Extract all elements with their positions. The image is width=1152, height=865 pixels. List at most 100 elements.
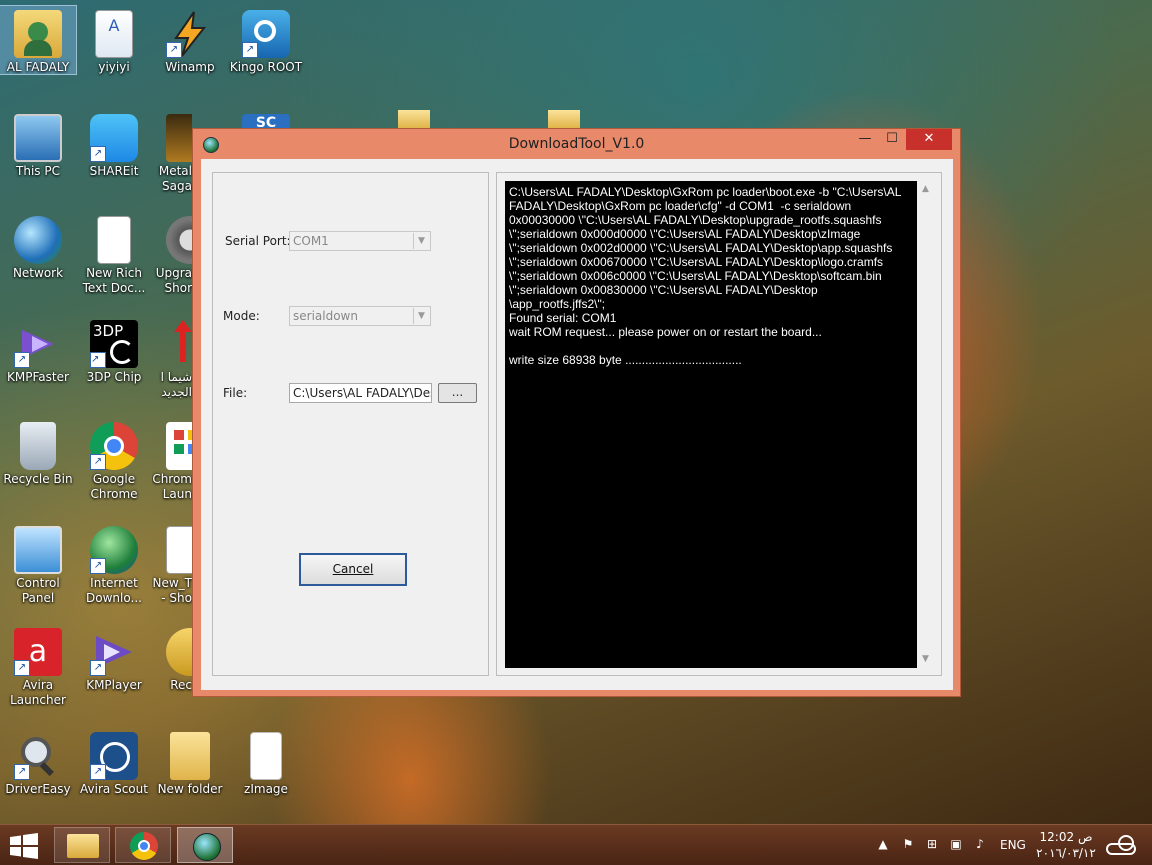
close-button[interactable]: ✕	[906, 129, 952, 150]
console-scrollbar[interactable]: ▲ ▼	[917, 181, 934, 668]
desktop-icon-kingo-root[interactable]: ↗ Kingo ROOT	[228, 6, 304, 75]
volume-icon[interactable]: ♪	[973, 837, 987, 851]
3dp-chip-icon: 3DP ↗	[90, 320, 138, 368]
scroll-up-icon[interactable]: ▲	[917, 181, 934, 198]
taskbar-file-explorer[interactable]	[54, 827, 110, 863]
maximize-button[interactable]: ☐	[879, 129, 905, 150]
network-icon[interactable]: ▣	[949, 837, 963, 851]
desktop-icon-label: zImage	[244, 782, 288, 796]
serial-port-select[interactable]: COM1 ▼	[289, 231, 431, 251]
desktop-icon-shareit[interactable]: ↗ SHAREit	[76, 110, 152, 179]
desktop-icon-kmpfaster[interactable]: ↗ KMPFaster	[0, 316, 76, 385]
action-center-flag-icon[interactable]: ⚑	[901, 837, 915, 851]
desktop-icon-label: 3DP Chip	[86, 370, 142, 384]
scroll-down-icon[interactable]: ▼	[917, 651, 934, 668]
desktop-icon-winamp[interactable]: ↗ Winamp	[152, 6, 228, 75]
document-icon	[97, 216, 131, 264]
console-line: \app_rootfs.jffs2\";	[509, 297, 606, 311]
desktop-icon-sc-partial[interactable]: SC	[228, 110, 304, 128]
desktop-icon-al-fadaly[interactable]: AL FADALY	[0, 5, 77, 75]
console-line: \";serialdown 0x006c0000 \"C:\Users\AL F…	[509, 269, 882, 283]
desktop-icon-kmplayer[interactable]: ↗ KMPlayer	[76, 624, 152, 693]
console-output[interactable]: C:\Users\AL FADALY\Desktop\GxRom pc load…	[505, 181, 917, 668]
control-panel-icon	[14, 526, 62, 574]
desktop-icon-label: Winamp	[165, 60, 215, 74]
sc-logo-text: SC	[255, 115, 277, 128]
desktop-icon-label: شيما ا	[160, 370, 192, 384]
language-indicator[interactable]: ENG	[1000, 838, 1026, 852]
globe-network-icon	[14, 216, 62, 264]
serial-port-value: COM1	[293, 234, 329, 248]
desktop-icon-new-text[interactable]: New_T - Sho	[152, 522, 192, 606]
windows-tray-icon[interactable]: ⊞	[925, 837, 939, 851]
desktop-icon-yiyiyi[interactable]: A yiyiyi	[76, 6, 152, 75]
weather-cloud-icon[interactable]	[1104, 833, 1140, 857]
minimize-button[interactable]: —	[852, 129, 878, 150]
blank-file-icon	[250, 732, 282, 780]
shortcut-arrow-icon: ↗	[90, 660, 106, 676]
sc-app-icon: SC	[242, 114, 290, 128]
desktop-icon-network[interactable]: Network	[0, 212, 76, 281]
magnifier-icon: ↗	[14, 732, 62, 780]
folder-icon	[67, 834, 99, 858]
start-button[interactable]	[10, 833, 38, 859]
desktop-icon-label: Internet	[90, 576, 138, 590]
desktop-icon-recycle-bin[interactable]: Recycle Bin	[0, 418, 76, 487]
cancel-button-label: Cancel	[332, 562, 374, 576]
desktop-icon-drivereasy[interactable]: ↗ DriverEasy	[0, 728, 76, 797]
desktop-icon-google-chrome[interactable]: ↗ Google Chrome	[76, 418, 152, 502]
console-line: wait ROM request... please power on or r…	[509, 325, 822, 339]
desktop-icon-avira-scout[interactable]: ↗ Avira Scout	[76, 728, 152, 797]
clock-time: 12:02 ص	[1039, 830, 1093, 844]
tray-overflow-chevron-icon[interactable]: ▲	[876, 837, 890, 851]
window-client-area: Serial Port: COM1 ▼ Mode: serialdown ▼ F…	[201, 159, 953, 690]
desktop-icon-upgrade-shortcut[interactable]: Upgra Shor	[152, 212, 192, 296]
taskbar-chrome[interactable]	[115, 827, 171, 863]
desktop-icon-rec[interactable]: Rec	[152, 624, 192, 693]
desktop-icon-label: Control Panel	[16, 576, 60, 605]
shortcut-arrow-icon: ↗	[90, 558, 106, 574]
desktop-icon-label: Avira Scout	[80, 782, 148, 796]
desktop-icon-new-rich-text[interactable]: New Rich Text Doc...	[76, 212, 152, 296]
desktop-icon-label: This PC	[16, 164, 60, 178]
clock-date: ٢٠١٦/٠٣/١٢	[1036, 846, 1096, 860]
desktop-icon-metal-saga[interactable]: Metal Saga	[152, 110, 192, 194]
hidden-folder-icon[interactable]	[548, 110, 580, 128]
desktop-icon-label: Shor	[164, 281, 193, 295]
shortcut-arrow-icon: ↗	[90, 146, 106, 162]
recorder-icon	[166, 628, 192, 676]
chrome-icon: ↗	[90, 422, 138, 470]
desktop-icon-chrome-launcher[interactable]: Chrom Laun	[152, 418, 192, 502]
desktop-icon-internet-download[interactable]: ↗ Internet Downlo...	[76, 522, 152, 606]
taskbar-download-tool[interactable]	[177, 827, 233, 863]
desktop-icon-control-panel[interactable]: Control Panel	[0, 522, 76, 606]
download-tool-window[interactable]: DownloadTool_V1.0 — ☐ ✕ Serial Port: COM…	[192, 128, 961, 697]
clock[interactable]: 12:02 ص ٢٠١٦/٠٣/١٢	[1036, 829, 1096, 861]
desktop-icon-avira-launcher[interactable]: a ↗ Avira Launcher	[0, 624, 76, 708]
file-label: File:	[223, 386, 248, 400]
shortcut-arrow-icon: ↗	[90, 764, 106, 780]
desktop-icon-label: Upgra	[155, 266, 192, 280]
desktop-icon-label: Launcher	[10, 693, 66, 707]
desktop-icon-this-pc[interactable]: This PC	[0, 110, 76, 179]
hidden-folder-icon[interactable]	[398, 110, 430, 128]
title-bar[interactable]: DownloadTool_V1.0 — ☐ ✕	[193, 129, 960, 159]
console-line: write size 68938 byte ..................…	[509, 353, 742, 367]
desktop-icon-zimage[interactable]: zImage	[228, 728, 304, 797]
chevron-down-icon: ▼	[413, 233, 429, 249]
desktop-icon-3dp-chip[interactable]: 3DP ↗ 3DP Chip	[76, 316, 152, 385]
desktop-icon-label: Kingo ROOT	[229, 60, 303, 74]
file-path-input[interactable]: C:\Users\AL FADALY\Desktop\upgrade	[289, 383, 432, 403]
taskbar: ▲ ⚑ ⊞ ▣ ♪ ENG 12:02 ص ٢٠١٦/٠٣/١٢	[0, 824, 1152, 865]
desktop-icon-label: الجديد	[161, 385, 192, 399]
avira-icon: a ↗	[14, 628, 62, 676]
cancel-button[interactable]: Cancel	[299, 553, 407, 586]
mode-label: Mode:	[223, 309, 260, 323]
browse-button[interactable]: ...	[438, 383, 477, 403]
desktop-icon-new-folder[interactable]: New folder	[152, 728, 228, 797]
shortcut-arrow-icon: ↗	[14, 764, 30, 780]
app-globe-icon	[193, 833, 221, 861]
desktop-icon-arabic-shortcut[interactable]: شيما ا الجديد	[152, 316, 192, 400]
mode-select[interactable]: serialdown ▼	[289, 306, 431, 326]
desktop-icon-label: Text Doc...	[82, 281, 146, 295]
